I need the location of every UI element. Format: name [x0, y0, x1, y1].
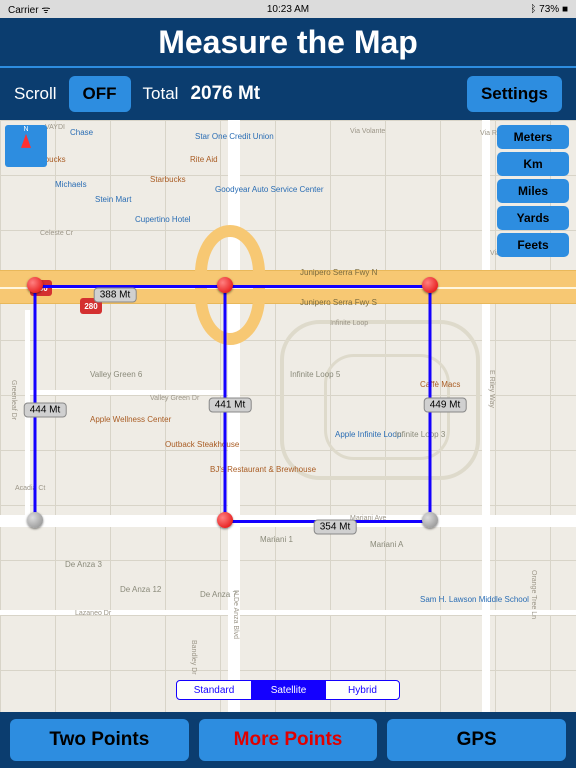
status-time: 10:23 AM: [267, 4, 309, 15]
status-right: ᛒ 73% ■: [530, 4, 568, 15]
hwy-s: Junipero Serra Fwy S: [300, 298, 377, 307]
total-label: Total: [143, 84, 179, 104]
unit-miles-button[interactable]: Miles: [497, 179, 569, 203]
maptype-standard[interactable]: Standard: [177, 681, 251, 699]
settings-button[interactable]: Settings: [467, 76, 562, 112]
map-pin[interactable]: [217, 277, 233, 293]
poi-label: Mariani A: [370, 540, 403, 549]
compass-icon[interactable]: [5, 125, 47, 167]
street-label: Valley Green Dr: [150, 395, 199, 402]
two-points-button[interactable]: Two Points: [10, 719, 189, 761]
poi-label: Star One Credit Union: [195, 132, 274, 141]
segment-distance: 444 Mt: [24, 403, 67, 418]
segment-distance: 449 Mt: [424, 398, 467, 413]
poi-label: Valley Green 6: [90, 370, 142, 379]
status-left: Carrier ᯤ: [8, 2, 50, 16]
maptype-satellite[interactable]: Satellite: [251, 681, 325, 699]
map-pin[interactable]: [27, 512, 43, 528]
map-pin[interactable]: [27, 277, 43, 293]
map-type-segmented[interactable]: StandardSatelliteHybrid: [176, 680, 400, 700]
maptype-hybrid[interactable]: Hybrid: [325, 681, 399, 699]
map-canvas[interactable]: Junipero Serra Fwy N Junipero Serra Fwy …: [0, 120, 576, 712]
map-pin[interactable]: [217, 512, 233, 528]
gps-button[interactable]: GPS: [387, 719, 566, 761]
street-label: Acadia Ct: [15, 485, 45, 492]
hwy-n: Junipero Serra Fwy N: [300, 268, 377, 277]
street-label: E Riley Way: [488, 370, 495, 408]
street-label: Orange Tree Ln: [530, 570, 537, 619]
street-label: N De Anza Blvd: [232, 590, 239, 639]
segment-distance: 354 Mt: [314, 520, 357, 535]
poi-label: Mariani 1: [260, 535, 293, 544]
status-bar: Carrier ᯤ 10:23 AM ᛒ 73% ■: [0, 0, 576, 18]
poi-label: Michaels: [55, 180, 87, 189]
more-points-button[interactable]: More Points: [199, 719, 378, 761]
poi-label: Caffè Macs: [420, 380, 460, 389]
street-label: Bandley Dr: [190, 640, 197, 675]
unit-yards-button[interactable]: Yards: [497, 206, 569, 230]
poi-label: Apple Wellness Center: [90, 415, 171, 424]
unit-feets-button[interactable]: Feets: [497, 233, 569, 257]
bottom-bar: Two Points More Points GPS: [0, 712, 576, 768]
poi-label: Outback Steakhouse: [165, 440, 239, 449]
street-label: Celeste Cr: [40, 230, 73, 237]
unit-panel: Meters Km Miles Yards Feets: [497, 125, 569, 257]
street-label: Via Volante: [350, 128, 385, 135]
street-label: VAYDI: [45, 124, 65, 131]
page-title: Measure the Map: [0, 18, 576, 68]
map-pin[interactable]: [422, 512, 438, 528]
poi-label: Apple Infinite Loop: [335, 430, 401, 439]
poi-label: Starbucks: [150, 175, 186, 184]
measure-line: [225, 285, 430, 288]
poi-label: De Anza 12: [120, 585, 161, 594]
map-pin[interactable]: [422, 277, 438, 293]
poi-label: Chase: [70, 128, 93, 137]
total-value: 2076 Mt: [190, 83, 260, 105]
poi-label: Sam H. Lawson Middle School: [420, 595, 529, 604]
controls-bar: Scroll OFF Total 2076 Mt Settings: [0, 68, 576, 120]
street-label: Greenleaf Dr: [10, 380, 17, 420]
street-label: Infinite Loop: [330, 320, 368, 327]
poi-label: Infinite Loop 3: [395, 430, 445, 439]
segment-distance: 441 Mt: [209, 398, 252, 413]
scroll-toggle[interactable]: OFF: [69, 76, 131, 112]
poi-label: De Anza 3: [65, 560, 102, 569]
poi-label: Cupertino Hotel: [135, 215, 191, 224]
poi-label: Rite Aid: [190, 155, 218, 164]
segment-distance: 388 Mt: [94, 288, 137, 303]
poi-label: Stein Mart: [95, 195, 131, 204]
poi-label: Infinite Loop 5: [290, 370, 340, 379]
unit-km-button[interactable]: Km: [497, 152, 569, 176]
scroll-label: Scroll: [14, 84, 57, 104]
poi-label: Goodyear Auto Service Center: [215, 185, 324, 194]
unit-meters-button[interactable]: Meters: [497, 125, 569, 149]
street-label: Lazaneo Dr: [75, 610, 111, 617]
